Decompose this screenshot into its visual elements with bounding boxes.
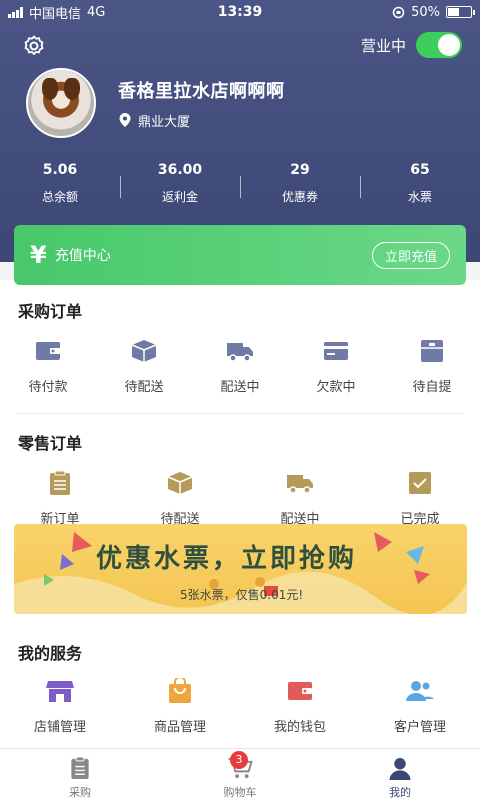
stat-value: 5.06 (42, 162, 78, 178)
service-my-wallet[interactable]: 我的钱包 (240, 678, 360, 735)
grid-label: 客户管理 (393, 720, 446, 735)
retail-completed[interactable]: 已完成 (360, 470, 480, 527)
users-icon (406, 681, 434, 701)
check-icon (409, 472, 431, 494)
purchase-self-pickup[interactable]: 待自提 (384, 338, 480, 395)
recharge-center[interactable]: ¥ 充值中心 立即充值 (14, 225, 466, 285)
retail-orders-title: 零售订单 (18, 434, 83, 453)
store-icon (46, 681, 74, 702)
rotation-lock-icon (392, 6, 405, 18)
truck-icon (227, 343, 253, 362)
purchase-orders-title: 采购订单 (18, 302, 83, 321)
battery-percent: 50% (411, 4, 440, 20)
tab-label: 采购 (69, 786, 91, 799)
stat-value: 29 (290, 162, 310, 178)
network-label: 4G (87, 4, 106, 20)
stat-coupons[interactable]: 29 优惠券 (240, 162, 360, 205)
purchase-in-debt[interactable]: 欠款中 (288, 338, 384, 395)
tab-label: 购物车 (223, 786, 257, 799)
shop-name: 香格里拉水店啊啊啊 (118, 80, 285, 102)
clipboard-icon (50, 470, 70, 495)
tab-mine[interactable]: 我的 (320, 749, 480, 800)
grid-label: 待付款 (28, 380, 68, 395)
wallet-icon (288, 682, 312, 700)
person-icon (389, 757, 411, 780)
grid-label: 欠款中 (316, 380, 356, 395)
package-icon (421, 340, 443, 362)
open-status-toggle[interactable] (416, 32, 462, 58)
tab-cart[interactable]: 3 购物车 (160, 749, 320, 800)
stat-label: 总余额 (41, 190, 78, 204)
clipboard-icon (71, 757, 89, 780)
retail-new-order[interactable]: 新订单 (0, 470, 120, 527)
banner-subtitle: 5张水票，仅售0.01元! (180, 588, 304, 602)
recharge-title: 充值中心 (54, 248, 111, 264)
carrier-label: 中国电信 (29, 6, 82, 22)
shop-profile[interactable]: 香格里拉水店啊啊啊 鼎业大厦 (26, 68, 285, 138)
tab-label: 我的 (389, 786, 411, 799)
stats-row: 5.06 总余额 36.00 返利金 29 优惠券 65 水票 (0, 162, 480, 205)
retail-delivering[interactable]: 配送中 (240, 470, 360, 527)
stat-total-balance[interactable]: 5.06 总余额 (0, 162, 120, 205)
purchase-delivering[interactable]: 配送中 (192, 338, 288, 395)
bottom-tab-bar: 采购 3 购物车 我的 (0, 748, 480, 800)
wallet-icon (36, 342, 60, 360)
settings-gear-icon[interactable] (22, 34, 46, 58)
tab-purchase[interactable]: 采购 (0, 749, 160, 800)
grid-label: 待自提 (412, 380, 452, 395)
retail-orders-grid: 新订单 待配送 配送中 已完成 (0, 470, 480, 527)
battery-icon (446, 6, 475, 18)
purchase-pending-payment[interactable]: 待付款 (0, 338, 96, 395)
service-customer-management[interactable]: 客户管理 (360, 678, 480, 735)
open-status-label: 营业中 (360, 36, 406, 55)
box-icon (167, 472, 193, 494)
yen-icon: ¥ (30, 241, 47, 269)
status-bar: 中国电信 4G 13:39 50% (0, 0, 480, 24)
recharge-button[interactable]: 立即充值 (371, 241, 450, 269)
retail-to-deliver[interactable]: 待配送 (120, 470, 240, 527)
grid-label: 店铺管理 (33, 720, 86, 735)
grid-label: 商品管理 (153, 720, 206, 735)
divider (16, 413, 464, 414)
stat-label: 水票 (407, 190, 432, 204)
service-store-management[interactable]: 店铺管理 (0, 678, 120, 735)
stat-value: 36.00 (157, 162, 203, 178)
signal-icon (8, 6, 23, 18)
grid-label: 我的钱包 (273, 720, 326, 735)
services-section: 我的服务 店铺管理 商品管理 我的钱包 客户管理 (0, 628, 480, 748)
stat-value: 65 (410, 162, 430, 178)
location-pin-icon (119, 113, 131, 127)
avatar[interactable] (26, 68, 96, 138)
purchase-orders-grid: 待付款 待配送 配送中 欠款中 待自提 (0, 338, 480, 395)
box-icon (131, 340, 157, 362)
stat-water-tickets[interactable]: 65 水票 (360, 162, 480, 205)
banner-title: 优惠水票，立即抢购 (96, 544, 358, 574)
stat-label: 优惠券 (281, 190, 318, 204)
bag-icon (169, 678, 191, 703)
grid-label: 配送中 (220, 380, 260, 395)
service-product-management[interactable]: 商品管理 (120, 678, 240, 735)
purchase-to-deliver[interactable]: 待配送 (96, 338, 192, 395)
stat-label: 返利金 (161, 190, 198, 204)
grid-label: 待配送 (124, 380, 164, 395)
header: 中国电信 4G 13:39 50% 营业中 香格里拉水店啊啊啊 鼎业大厦 5.0… (0, 0, 480, 262)
promo-banner[interactable]: 优惠水票，立即抢购 5张水票，仅售0.01元! (14, 524, 467, 614)
clock: 13:39 (217, 4, 263, 20)
stat-rebate[interactable]: 36.00 返利金 (120, 162, 240, 205)
truck-icon (287, 475, 313, 494)
services-grid: 店铺管理 商品管理 我的钱包 客户管理 (0, 678, 480, 735)
shop-location: 鼎业大厦 (138, 114, 191, 130)
services-title: 我的服务 (18, 644, 83, 663)
card-icon (324, 342, 348, 360)
cart-badge: 3 (230, 751, 248, 769)
